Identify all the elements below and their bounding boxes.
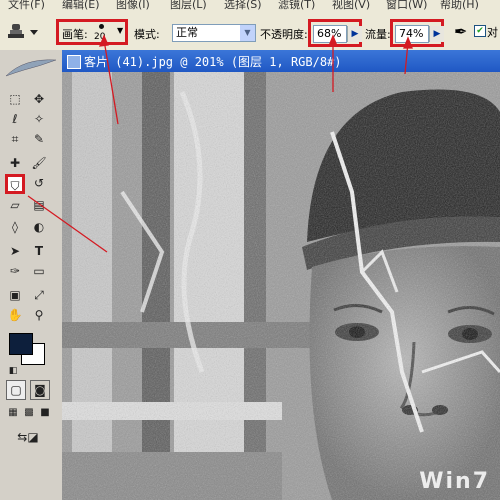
options-bar: 画笔: 20 ▼ 模式: 正常 ▼ 不透明度: 68% ▶ 流量: 74% ▶ … — [0, 10, 500, 51]
gradient-tool-icon[interactable]: ▤ — [30, 196, 48, 214]
opacity-value: 68% — [317, 27, 342, 40]
magic-wand-tool-icon[interactable]: ✧ — [30, 110, 48, 128]
feather-logo-icon — [5, 59, 57, 77]
type-tool-icon[interactable]: T — [30, 242, 48, 260]
shape-tool-icon[interactable]: ▭ — [30, 262, 48, 280]
menu-image[interactable]: 图像(I) — [116, 0, 150, 10]
pen-tool-icon[interactable]: ✑ — [6, 262, 24, 280]
slice-tool-icon[interactable]: ✎ — [30, 130, 48, 148]
dodge-tool-icon[interactable]: ◐ — [30, 218, 48, 236]
flow-value: 74% — [399, 27, 424, 40]
flow-input[interactable]: 74% — [395, 25, 429, 43]
screen-mode-full-icon[interactable]: ■ — [36, 404, 54, 422]
default-colors-icon[interactable]: ◧ — [4, 362, 22, 380]
old-portrait-photo — [62, 72, 500, 500]
flow-slider-button[interactable]: ▶ — [429, 26, 444, 42]
menu-select[interactable]: 选择(S) — [224, 0, 262, 10]
standard-mode-icon[interactable]: ▢ — [6, 380, 26, 400]
history-brush-tool-icon[interactable]: ↺ — [30, 174, 48, 192]
mode-label: 模式: — [134, 28, 160, 41]
chevron-down-icon: ▼ — [240, 25, 255, 41]
menu-layer[interactable]: 图层(L) — [170, 0, 207, 10]
flow-label: 流量: — [365, 28, 391, 41]
notes-tool-icon[interactable]: ▣ — [6, 286, 24, 304]
menu-bar: 文件(F) 编辑(E) 图像(I) 图层(L) 选择(S) 滤镜(T) 视图(V… — [0, 0, 500, 10]
brush-tool-icon[interactable]: 🖌 — [30, 154, 48, 172]
menu-file[interactable]: 文件(F) — [8, 0, 45, 10]
document-titlebar[interactable]: 客片 (41).jpg @ 201% (图层 1, RGB/8#) — [62, 50, 500, 72]
mode-select[interactable]: 正常 ▼ — [172, 24, 256, 42]
eraser-tool-icon[interactable]: ▱ — [6, 196, 24, 214]
jump-to-imageready-icon[interactable]: ⇆◪ — [10, 428, 46, 446]
quick-mask-mode-icon[interactable]: ◙ — [30, 380, 50, 400]
tool-preset-picker[interactable] — [6, 22, 42, 40]
menu-edit[interactable]: 编辑(E) — [62, 0, 100, 10]
foreground-color-swatch[interactable] — [9, 333, 33, 355]
document-icon — [67, 55, 81, 69]
healing-brush-tool-icon[interactable]: ✚ — [6, 154, 24, 172]
lasso-tool-icon[interactable]: ℓ — [6, 110, 24, 128]
photo-canvas[interactable]: Win7 — [62, 72, 500, 500]
document-window: 客片 (41).jpg @ 201% (图层 1, RGB/8#) Win7 — [62, 50, 500, 500]
crop-tool-icon[interactable]: ⌗ — [6, 130, 24, 148]
brush-tip-icon — [99, 24, 104, 29]
watermark-text: Win7 — [419, 469, 490, 494]
flow-control: 74% ▶ — [390, 19, 444, 47]
clone-stamp-tool-icon[interactable]: ⛉ — [5, 174, 25, 194]
chevron-down-icon: ▼ — [117, 26, 124, 35]
airbrush-icon[interactable]: ✒ — [454, 22, 467, 41]
brush-size: 20 — [94, 32, 106, 42]
opacity-slider-button[interactable]: ▶ — [347, 26, 362, 42]
aligned-label: 对 — [487, 26, 498, 39]
path-selection-tool-icon[interactable]: ➤ — [6, 242, 24, 260]
menu-window[interactable]: 窗口(W) — [386, 0, 427, 10]
brush-label: 画笔: — [62, 28, 88, 41]
blur-tool-icon[interactable]: ◊ — [6, 218, 24, 236]
menu-help[interactable]: 帮助(H) — [440, 0, 479, 10]
mode-value: 正常 — [176, 26, 198, 39]
document-title: 客片 (41).jpg @ 201% (图层 1, RGB/8#) — [84, 55, 342, 69]
opacity-input[interactable]: 68% — [313, 25, 347, 43]
aligned-checkbox[interactable]: ✔ — [474, 25, 486, 37]
marquee-tool-icon[interactable]: ⬚ — [6, 90, 24, 108]
zoom-tool-icon[interactable]: ⚲ — [30, 306, 48, 324]
move-tool-icon[interactable]: ✥ — [30, 90, 48, 108]
hand-tool-icon[interactable]: ✋ — [6, 306, 24, 324]
opacity-label: 不透明度: — [260, 28, 308, 41]
opacity-control: 68% ▶ — [308, 19, 362, 47]
toolbox: ⬚ ✥ ℓ ✧ ⌗ ✎ ✚ 🖌 ⛉ ↺ ▱ ▤ ◊ ◐ ➤ T ✑ ▭ ▣ ⤢ … — [0, 50, 63, 500]
menu-view[interactable]: 视图(V) — [332, 0, 370, 10]
menu-filter[interactable]: 滤镜(T) — [278, 0, 315, 10]
eyedropper-tool-icon[interactable]: ⤢ — [30, 286, 48, 304]
clone-stamp-icon — [8, 24, 38, 38]
brush-picker[interactable]: 画笔: 20 ▼ — [56, 19, 128, 45]
